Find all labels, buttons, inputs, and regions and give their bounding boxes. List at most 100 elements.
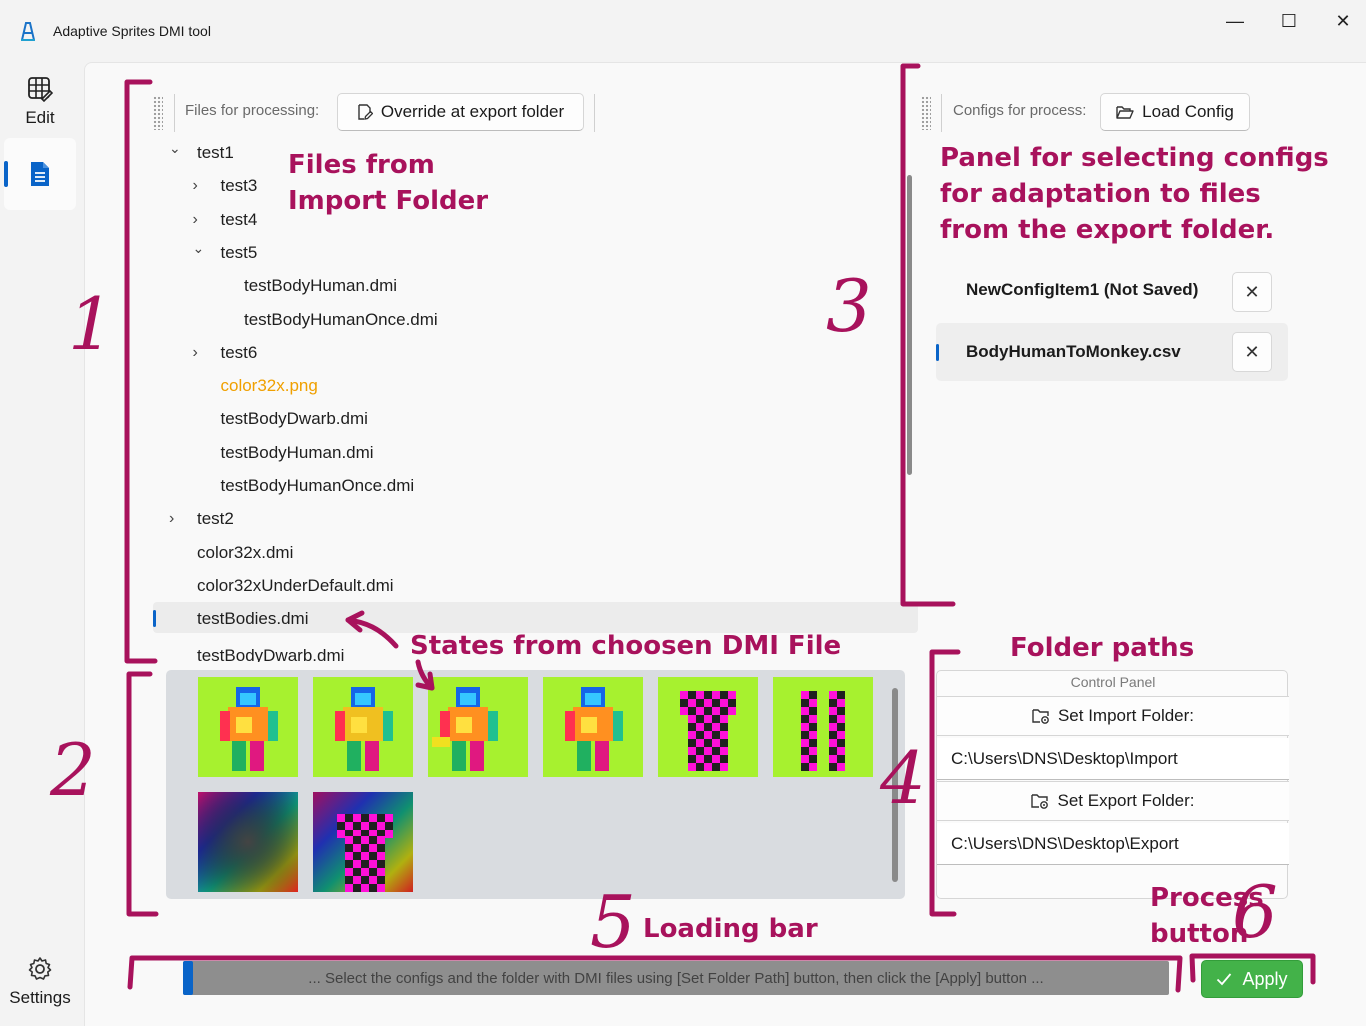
tree-item[interactable]: testBodyHumanOnce.dmi	[221, 471, 415, 501]
tree-item[interactable]: color32x.png	[221, 371, 318, 401]
tree-item[interactable]: test6	[221, 338, 258, 368]
chevron-down-icon[interactable]: ⌄	[169, 140, 181, 157]
apply-button[interactable]: Apply	[1201, 960, 1303, 998]
set-export-folder-button[interactable]: Set Export Folder:	[937, 781, 1289, 821]
annotation-files-from: Files from	[288, 150, 435, 180]
sprite-image	[313, 677, 413, 777]
annotation-panel-line3: from the export folder.	[940, 215, 1275, 245]
tree-item[interactable]: testBodyDwarb.dmi	[197, 646, 344, 662]
load-config-button[interactable]: Load Config	[1100, 93, 1250, 131]
annotation-number-3: 3	[826, 264, 872, 348]
title-bar: Adaptive Sprites DMI tool — ☐ ✕	[0, 0, 1366, 62]
annotation-number-6: 6	[1232, 870, 1278, 954]
annotation-folder-paths: Folder paths	[1010, 633, 1195, 663]
chevron-right-icon[interactable]: ›	[193, 177, 198, 195]
chevron-right-icon[interactable]: ›	[193, 344, 198, 362]
folder-settings-icon	[1031, 794, 1049, 809]
state-thumbnail[interactable]	[313, 792, 413, 892]
override-export-folder-button[interactable]: Override at export folder	[337, 93, 584, 131]
set-export-folder-label: Set Export Folder:	[1057, 791, 1195, 810]
configs-toolbar-label: Configs for process:	[953, 102, 1087, 119]
chevron-right-icon[interactable]: ›	[169, 510, 174, 528]
toolbar-grip-handle[interactable]	[153, 96, 163, 130]
set-import-folder-button[interactable]: Set Import Folder:	[937, 696, 1289, 736]
import-folder-path[interactable]: C:\Users\DNS\Desktop\Import	[937, 738, 1289, 780]
annotation-panel-line1: Panel for selecting configs	[940, 143, 1329, 173]
checkmark-icon	[1217, 973, 1232, 986]
sprite-image	[198, 792, 298, 892]
remove-config-button[interactable]: ✕	[1232, 332, 1272, 372]
config-item-selected[interactable]: BodyHumanToMonkey.csv ✕	[936, 323, 1288, 381]
tree-item[interactable]: color32x.dmi	[197, 538, 293, 568]
tree-item[interactable]: test2	[197, 504, 234, 534]
state-thumbnail[interactable]	[543, 677, 643, 777]
state-thumbnail[interactable]	[198, 677, 298, 777]
window-title: Adaptive Sprites DMI tool	[53, 23, 211, 39]
apply-label: Apply	[1242, 968, 1288, 989]
annotation-states: States from choosen DMI File	[410, 631, 842, 661]
tree-item[interactable]: test1	[197, 138, 234, 168]
gear-icon	[28, 957, 52, 980]
tree-item[interactable]: testBodyDwarb.dmi	[221, 404, 368, 434]
loading-progress-bar: ... Select the configs and the folder wi…	[183, 961, 1169, 995]
maximize-button[interactable]: ☐	[1266, 8, 1312, 34]
tree-item[interactable]: test3	[221, 171, 258, 201]
tree-item[interactable]: testBodyHumanOnce.dmi	[244, 305, 438, 335]
nav-edit-label: Edit	[25, 108, 55, 127]
toolbar-divider	[941, 94, 942, 132]
export-folder-path[interactable]: C:\Users\DNS\Desktop\Export	[937, 823, 1289, 865]
tree-item[interactable]: testBodyHuman.dmi	[221, 438, 374, 468]
sprite-image	[428, 677, 528, 777]
annotation-import-folder: Import Folder	[288, 186, 489, 216]
progress-status-text: ... Select the configs and the folder wi…	[308, 969, 1044, 987]
nav-settings-label: Settings	[9, 988, 71, 1007]
state-thumbnail[interactable]	[658, 677, 758, 777]
state-thumbnail[interactable]	[313, 677, 413, 777]
tree-item[interactable]: color32xUnderDefault.dmi	[197, 571, 394, 601]
state-thumbnail[interactable]	[428, 677, 528, 777]
toolbar-divider	[174, 94, 175, 132]
remove-config-button[interactable]: ✕	[1232, 272, 1272, 312]
minimize-button[interactable]: —	[1212, 8, 1258, 34]
tree-scrollbar[interactable]	[907, 175, 912, 475]
sprite-image	[543, 677, 643, 777]
document-icon	[31, 162, 49, 186]
chevron-down-icon[interactable]: ⌄	[193, 240, 205, 257]
configs-toolbar-grip-handle[interactable]	[921, 96, 931, 130]
toolbar-divider	[594, 94, 595, 132]
annotation-loading-bar: Loading bar	[643, 914, 818, 944]
set-import-folder-label: Set Import Folder:	[1057, 706, 1195, 725]
control-panel-title: Control Panel	[1070, 674, 1156, 690]
table-edit-icon	[28, 77, 53, 102]
nav-item-edit[interactable]: Edit	[4, 66, 76, 138]
folder-open-icon	[1116, 106, 1134, 119]
app-logo-icon	[21, 22, 35, 41]
config-item-name: BodyHumanToMonkey.csv	[966, 342, 1181, 361]
config-item[interactable]: NewConfigItem1 (Not Saved) ✕	[936, 262, 1288, 320]
folder-settings-icon	[1032, 709, 1049, 724]
config-item-name: NewConfigItem1 (Not Saved)	[966, 280, 1199, 299]
control-panel: Control Panel Set Import Folder: C:\User…	[936, 670, 1289, 899]
close-window-button[interactable]: ✕	[1320, 8, 1366, 34]
tree-selection-indicator	[153, 610, 156, 627]
nav-selection-indicator	[4, 161, 8, 187]
files-toolbar-label: Files for processing:	[185, 102, 320, 119]
state-thumbnail[interactable]	[198, 792, 298, 892]
document-edit-icon	[358, 104, 373, 120]
sprite-image	[313, 792, 413, 892]
sprite-image	[658, 677, 758, 777]
state-thumbnail[interactable]	[773, 677, 873, 777]
annotation-number-2: 2	[50, 728, 96, 812]
annotation-number-4: 4	[880, 736, 926, 820]
tree-item[interactable]: testBodyHuman.dmi	[244, 271, 397, 301]
chevron-right-icon[interactable]: ›	[193, 211, 198, 229]
tree-item[interactable]: test5	[221, 238, 258, 268]
nav-item-settings[interactable]: Settings	[4, 946, 76, 1018]
tree-item[interactable]: testBodies.dmi	[197, 604, 309, 634]
sprite-image	[773, 677, 873, 777]
nav-item-documents[interactable]	[4, 138, 76, 210]
load-config-label: Load Config	[1142, 102, 1234, 121]
override-export-folder-label: Override at export folder	[380, 102, 565, 121]
tree-item[interactable]: test4	[221, 205, 258, 235]
annotation-panel-line2: for adaptation to files	[940, 179, 1261, 209]
